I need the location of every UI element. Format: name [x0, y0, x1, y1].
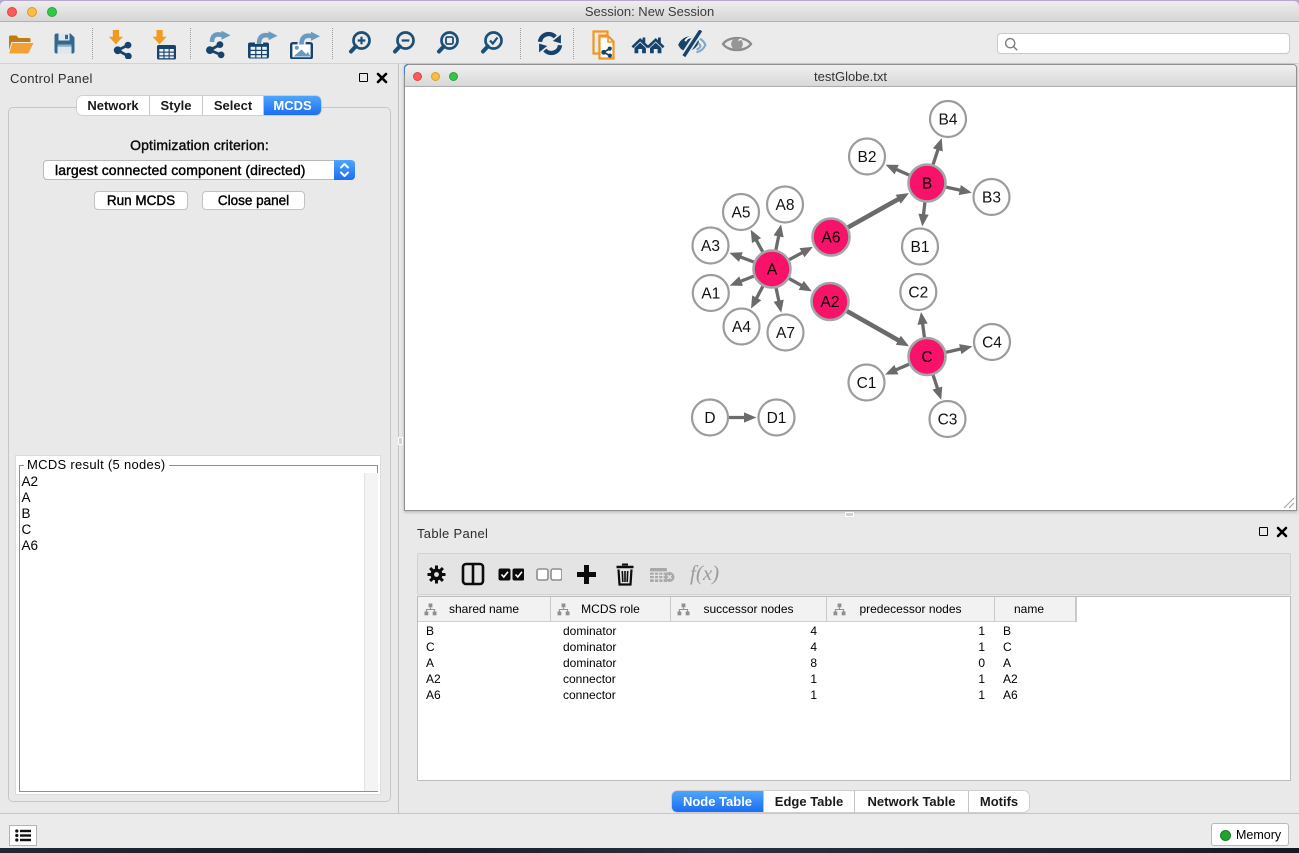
svg-text:C2: C2: [908, 285, 928, 302]
svg-text:A: A: [767, 262, 778, 279]
svg-text:B1: B1: [911, 239, 930, 256]
svg-text:B2: B2: [858, 149, 877, 166]
svg-text:D1: D1: [767, 410, 787, 427]
svg-text:B: B: [922, 176, 932, 193]
svg-text:C: C: [921, 349, 932, 366]
svg-text:A1: A1: [701, 286, 720, 303]
svg-text:D: D: [704, 410, 715, 427]
svg-text:A3: A3: [701, 238, 720, 255]
svg-text:C3: C3: [938, 412, 958, 429]
svg-text:A6: A6: [822, 230, 841, 247]
svg-text:B4: B4: [939, 112, 958, 129]
svg-text:A7: A7: [776, 325, 795, 342]
svg-text:B3: B3: [982, 190, 1001, 207]
svg-text:C4: C4: [982, 335, 1002, 352]
svg-text:A5: A5: [732, 205, 751, 222]
svg-text:A4: A4: [732, 319, 751, 336]
svg-text:A2: A2: [821, 294, 840, 311]
svg-text:C1: C1: [857, 375, 877, 392]
svg-text:A8: A8: [776, 197, 795, 214]
